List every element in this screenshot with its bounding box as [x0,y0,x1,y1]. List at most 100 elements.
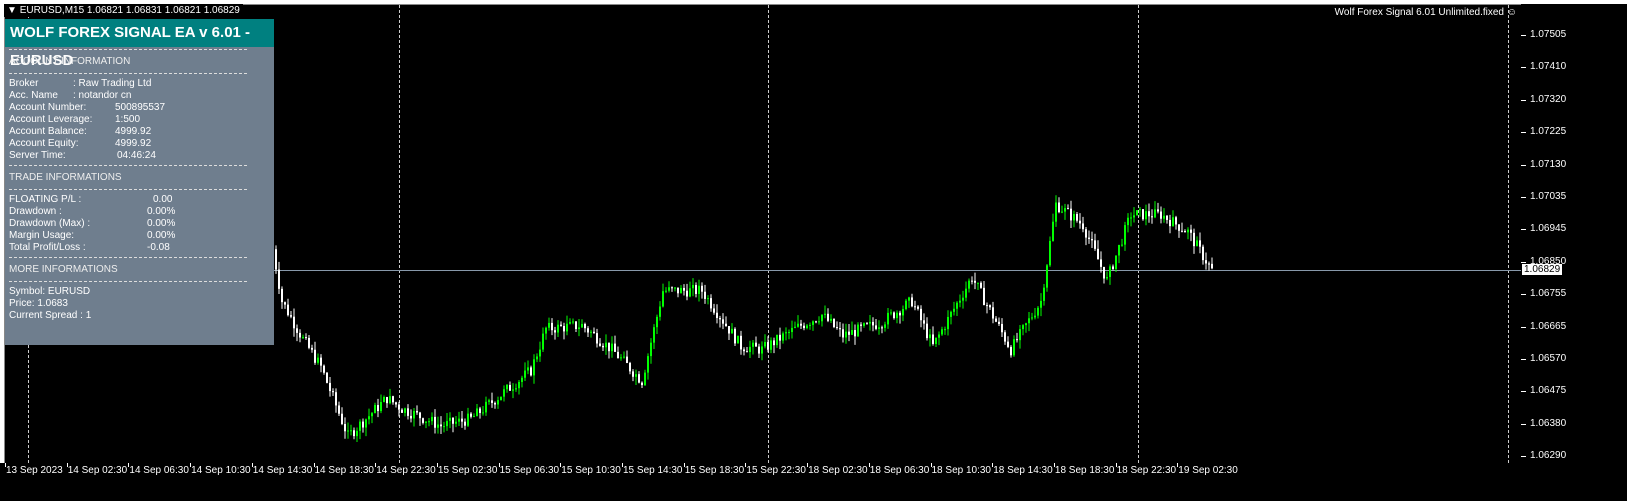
candle [332,388,334,396]
candle-body [713,308,715,313]
candle [926,317,928,341]
candle-body [995,318,997,322]
candle [317,353,319,365]
candle [734,327,736,346]
candle-body [917,306,919,309]
candle-body [896,312,898,319]
candle-body [635,374,637,377]
candle-body [698,285,700,294]
price-tick [1521,456,1526,458]
candle [737,335,739,344]
candle-body [572,321,574,323]
candle [797,315,799,328]
candle [866,322,868,325]
candle [827,308,829,323]
candle [1124,221,1126,251]
candle-body [845,331,847,338]
candle [320,354,322,373]
time-label: 19 Sep 02:30 [1178,465,1238,476]
candle [851,321,853,335]
candle [1085,226,1087,246]
price-tick [1521,229,1526,231]
candle-body [473,416,475,418]
candle [1001,318,1003,337]
candle-body [869,321,871,324]
candle-body [833,318,835,328]
candle [641,381,643,388]
candle-body [668,287,670,291]
candle [767,336,769,353]
more-header: MORE INFORMATIONS [9,264,118,275]
candle-body [989,305,991,308]
candle [1211,257,1213,270]
candle [650,338,652,364]
candle [638,371,640,384]
candle-body [428,421,430,423]
candle [1136,209,1138,216]
candle [623,351,625,359]
candle [1070,200,1072,228]
candle [479,406,481,419]
candle-body [797,323,799,327]
candle-body [992,307,994,319]
time-label: 15 Sep 06:30 [499,465,560,476]
candle-body [1202,246,1204,261]
candle-body [293,316,295,329]
price-label: 1.07130 [1530,158,1567,170]
candle [674,286,676,292]
dropdown-icon: ▼ [7,5,20,16]
candle-body [452,417,454,424]
candle-body [1109,266,1111,278]
candle [416,405,418,415]
account-row: Account Leverage: 1:500 [5,114,274,126]
candle-body [380,402,382,412]
candle [962,290,964,309]
candle [920,305,922,328]
candle-body [1130,217,1132,219]
candle-body [1196,240,1198,247]
candle-body [422,418,424,423]
candle-body [485,401,487,413]
candle-body [890,312,892,314]
candle-body [611,343,613,352]
candle [290,310,292,319]
candle-body [521,377,523,382]
candle [293,308,295,337]
price-label: 1.07505 [1530,29,1567,40]
candle [374,402,376,414]
candle-body [905,300,907,310]
candle [521,375,523,388]
candle [614,335,616,353]
trading-terminal: ▼ EURUSD,M15 1.06821 1.06831 1.06821 1.0… [0,0,1627,501]
candle-body [296,328,298,333]
candle-body [1052,221,1054,241]
candle-body [854,330,856,337]
candle-body [1100,259,1102,267]
candle [716,304,718,324]
time-axis[interactable]: 13 Sep 2023 14 Sep 02:30 14 Sep 06:30 14 Se… [0,463,1627,501]
row-label: Drawdown (Max) : [9,218,91,229]
candle-body [536,356,538,360]
candle [617,346,619,359]
candle [785,327,787,341]
candle [407,404,409,420]
candle [629,361,631,375]
candle-body [1031,317,1033,319]
candle [527,360,529,375]
price-axis[interactable]: 1.07505 1.07410 1.07320 1.07225 1.07130 1.070… [1521,4,1627,464]
candle [470,412,472,419]
candle [1208,261,1210,271]
candle [905,298,907,311]
candle [626,350,628,364]
symbol-info[interactable]: ▼ EURUSD,M15 1.06821 1.06831 1.06821 1.0… [4,4,243,17]
candle [707,295,709,305]
candle [1010,345,1012,358]
candle-body [287,304,289,316]
candle-body [959,300,961,303]
candle-body [299,332,301,338]
candle [1109,264,1111,285]
candle [860,322,862,332]
candle-body [983,287,985,306]
candle-body [1076,213,1078,221]
candle [803,322,805,331]
